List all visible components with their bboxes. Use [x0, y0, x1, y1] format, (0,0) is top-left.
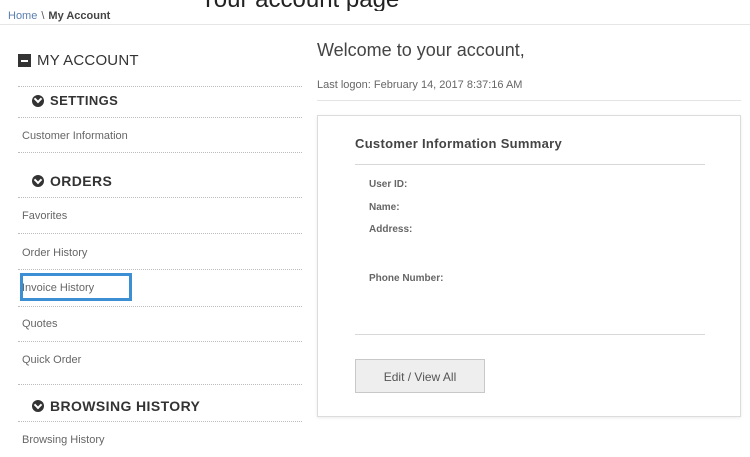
circle-chevron-down-icon	[32, 400, 44, 412]
customer-summary-card: Customer Information Summary User ID: Na…	[317, 115, 741, 417]
highlight-box	[20, 273, 132, 301]
sidebar-divider	[18, 341, 302, 342]
last-logon-text: Last logon: February 14, 2017 8:37:16 AM	[317, 79, 523, 91]
card-title: Customer Information Summary	[355, 136, 563, 151]
circle-chevron-down-icon	[32, 94, 44, 107]
breadcrumb: Home \ My Account	[8, 10, 110, 22]
my-account-title: MY ACCOUNT	[37, 51, 139, 69]
sidebar-divider	[18, 152, 302, 153]
sidebar-item-customer-information[interactable]: Customer Information	[22, 130, 128, 142]
welcome-heading: Welcome to your account,	[317, 40, 525, 60]
field-name-label: Name:	[369, 202, 400, 213]
sidebar-divider	[18, 197, 302, 198]
sidebar-divider	[18, 421, 302, 422]
section-settings-label: SETTINGS	[50, 93, 119, 108]
field-user-id-label: User ID:	[369, 179, 408, 190]
square-minus-icon	[18, 53, 31, 67]
section-orders-label: ORDERS	[50, 173, 113, 189]
sidebar-divider	[18, 117, 302, 118]
top-bar: Your account page	[0, 0, 750, 20]
card-divider	[355, 334, 705, 335]
edit-view-all-button[interactable]: Edit / View All	[355, 359, 485, 393]
sidebar-divider	[18, 384, 302, 385]
sidebar-divider	[18, 233, 302, 234]
main-divider	[317, 100, 741, 101]
circle-chevron-down-icon	[32, 175, 44, 187]
sidebar-divider	[18, 269, 302, 270]
section-settings[interactable]: SETTINGS	[32, 93, 118, 108]
sidebar-item-order-history[interactable]: Order History	[22, 247, 87, 259]
breadcrumb-separator: \	[41, 10, 45, 22]
sidebar-item-quotes[interactable]: Quotes	[22, 318, 57, 330]
section-orders[interactable]: ORDERS	[32, 173, 112, 189]
breadcrumb-current: My Account	[48, 10, 111, 22]
section-browsing-label: BROWSING HISTORY	[50, 398, 201, 414]
sidebar-item-browsing-history[interactable]: Browsing History	[22, 434, 105, 446]
section-browsing-history[interactable]: BROWSING HISTORY	[32, 398, 200, 414]
my-account-heading: MY ACCOUNT	[18, 50, 139, 70]
breadcrumb-divider	[0, 24, 750, 25]
sidebar-divider	[18, 306, 302, 307]
sidebar-divider	[18, 86, 302, 87]
breadcrumb-home-link[interactable]: Home	[8, 10, 37, 22]
sidebar-item-favorites[interactable]: Favorites	[22, 210, 67, 222]
sidebar-item-quick-order[interactable]: Quick Order	[22, 354, 81, 366]
cut-off-heading: Your account page	[200, 0, 580, 11]
field-address-label: Address:	[369, 224, 413, 235]
field-phone-label: Phone Number:	[369, 273, 444, 284]
card-divider	[355, 164, 705, 165]
